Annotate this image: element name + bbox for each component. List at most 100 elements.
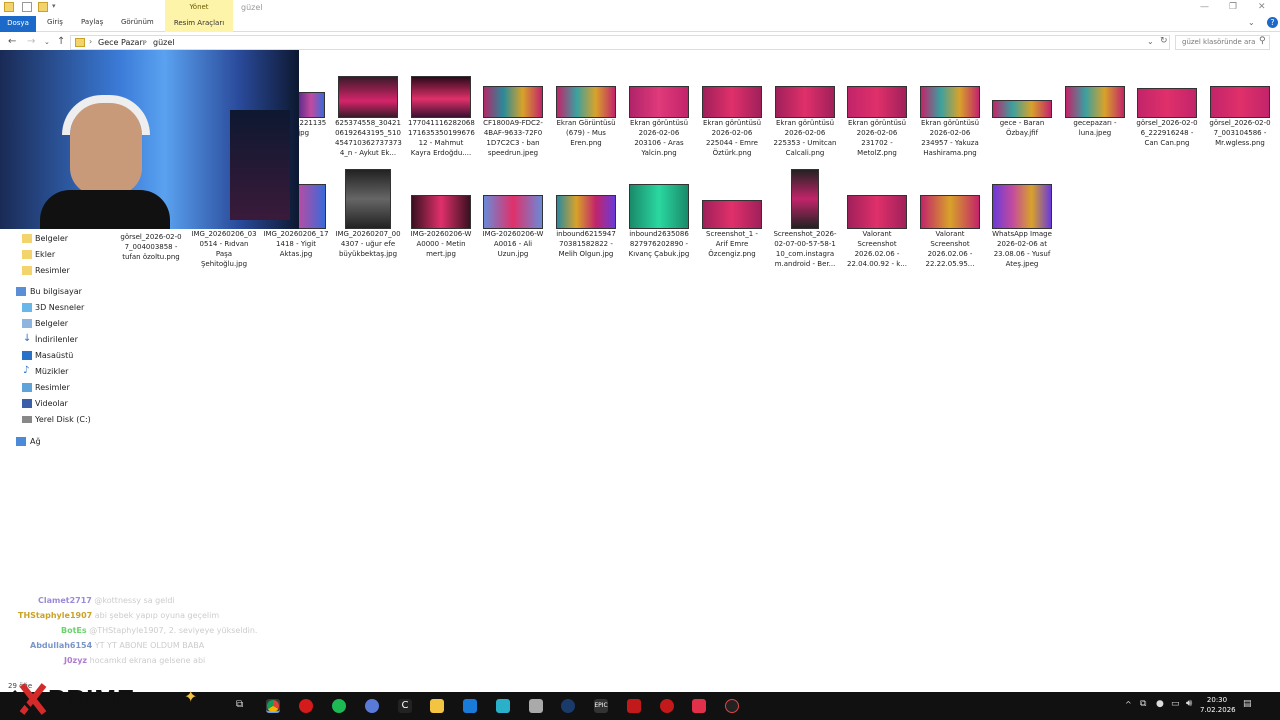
new-folder-icon[interactable]: [38, 2, 48, 12]
chrome-icon[interactable]: [266, 699, 280, 713]
file-item[interactable]: WhatsApp Image 2026-02-06 at 23.08.06 - …: [989, 184, 1055, 269]
image-thumbnail: [345, 169, 391, 229]
sidebar-item-ekler[interactable]: Ekler: [22, 250, 55, 259]
file-explorer-icon[interactable]: [430, 699, 444, 713]
file-item[interactable]: IMG-20260206-W A0016 - Ali Uzun.jpg: [480, 195, 546, 259]
sidebar-item-muzikler[interactable]: ♪ Müzikler: [22, 365, 68, 376]
file-item[interactable]: inbound2635086 827976202890 - Kıvanç Çab…: [626, 184, 692, 259]
tab-share[interactable]: Paylaş: [81, 18, 103, 26]
sidebar-item-bu-bilgisayar[interactable]: Bu bilgisayar: [16, 287, 82, 296]
sidebar-item-indirilenler[interactable]: ↓ İndirilenler: [22, 333, 78, 344]
calculator-icon[interactable]: [529, 699, 543, 713]
obs-icon[interactable]: [725, 699, 739, 713]
back-arrow-icon[interactable]: ←: [8, 36, 16, 47]
forward-arrow-icon[interactable]: →: [27, 36, 35, 47]
file-item[interactable]: inbound6215947 70381582822 - Melih Olgun…: [553, 195, 619, 259]
mail-icon[interactable]: [463, 699, 477, 713]
tray-chevron-icon[interactable]: ^: [1125, 700, 1132, 709]
up-arrow-icon[interactable]: ↑: [57, 36, 65, 47]
image-thumbnail: [411, 195, 471, 229]
network-tray-icon[interactable]: ▭: [1171, 699, 1180, 709]
file-item[interactable]: Ekran Görüntüsü (679) - Mus Eren.png: [553, 86, 619, 148]
file-item[interactable]: _221135 .jpg: [296, 92, 326, 138]
sidebar-item-videolar[interactable]: Videolar: [22, 399, 68, 408]
streamer-body: [40, 190, 170, 229]
sidebar-item-masaustu[interactable]: Masaüstü: [22, 351, 73, 360]
image-thumbnail: [992, 184, 1052, 229]
image-thumbnail: [556, 86, 616, 118]
breadcrumb-guzel[interactable]: güzel: [153, 38, 175, 47]
address-bar[interactable]: › Gece Pazarı › güzel ⌄ ↻: [70, 35, 1170, 50]
opera-gx-icon[interactable]: [660, 699, 674, 713]
file-item[interactable]: Screenshot_1 - Arif Emre Özcengiz.png: [699, 200, 765, 259]
image-thumbnail: [483, 86, 543, 118]
file-item[interactable]: görsel_2026-02-0 7_003104586 - Mr.wgless…: [1207, 86, 1273, 148]
image-thumbnail: [775, 86, 835, 118]
help-icon[interactable]: ?: [1267, 17, 1278, 28]
image-thumbnail: [1210, 86, 1270, 118]
breadcrumb-gece-pazari[interactable]: Gece Pazarı: [98, 38, 145, 47]
game-icon[interactable]: [496, 699, 510, 713]
volume-icon[interactable]: 🔊︎: [1186, 698, 1192, 709]
epic-games-icon[interactable]: EPIC: [594, 699, 608, 713]
file-item[interactable]: IMG_20260207_00 4307 - uğur efe büyükbek…: [335, 169, 401, 259]
sidebar-item-belgeler-pc[interactable]: Belgeler: [22, 319, 68, 328]
app-icon[interactable]: [627, 699, 641, 713]
ribbon-expand-icon[interactable]: ⌄: [1248, 18, 1255, 27]
tab-picture-tools[interactable]: Resim Araçları: [165, 16, 233, 32]
file-item[interactable]: Ekran görüntüsü 2026-02-06 203106 - Aras…: [626, 86, 692, 158]
image-thumbnail: [847, 86, 907, 118]
file-item[interactable]: IMG-20260206-W A0000 - Metin mert.jpg: [408, 195, 474, 259]
recent-dropdown-icon[interactable]: ⌄: [44, 38, 50, 46]
close-button[interactable]: ✕: [1258, 2, 1266, 12]
app-icon[interactable]: [365, 699, 379, 713]
tab-view[interactable]: Görünüm: [121, 18, 154, 26]
sidebar-item-ag[interactable]: Ağ: [16, 437, 41, 446]
file-item[interactable]: Screenshot_2026- 02-07-00-57-58-1 10_com…: [772, 169, 838, 269]
file-item[interactable]: 625374558_30421 06192643195_510 45471036…: [335, 76, 402, 158]
music-icon: ♪: [23, 365, 30, 376]
valorant-icon[interactable]: [692, 699, 706, 713]
clock[interactable]: 20:30 7.02.2026: [1200, 695, 1236, 715]
maximize-button[interactable]: ❐: [1229, 2, 1237, 12]
sidebar-item-belgeler[interactable]: Belgeler: [22, 234, 68, 243]
manage-tab-header[interactable]: Yönet: [165, 0, 233, 16]
tab-home[interactable]: Giriş: [47, 18, 63, 26]
file-item[interactable]: CF1800A9-FDC2- 4BAF-9633-72F0 1D7C2C3 - …: [480, 86, 546, 158]
file-item[interactable]: Valorant Screenshot 2026.02.06 - 22.22.0…: [917, 195, 983, 269]
search-input[interactable]: güzel klasöründe ara: [1175, 35, 1270, 50]
opera-icon[interactable]: [299, 699, 313, 713]
file-item[interactable]: Valorant Screenshot 2026.02.06 - 22.04.0…: [844, 195, 910, 269]
file-item[interactable]: Ekran görüntüsü 2026-02-06 234957 - Yaku…: [917, 86, 983, 158]
file-item[interactable]: Ekran görüntüsü 2026-02-06 225353 - Umit…: [772, 86, 838, 158]
file-item[interactable]: 177041116282068 171635350199676 12 - Mah…: [408, 76, 475, 158]
capcut-icon[interactable]: C: [398, 699, 412, 713]
folder-icon[interactable]: [4, 2, 14, 12]
minimize-button[interactable]: —: [1200, 2, 1209, 12]
task-view-icon[interactable]: ⧉: [236, 699, 243, 710]
spotify-icon[interactable]: [332, 699, 346, 713]
file-item[interactable]: görsel_2026-02-0 6_222916248 - Can Can.p…: [1134, 88, 1200, 148]
file-item[interactable]: gece - Baran Özbay.jfif: [989, 100, 1055, 138]
sidebar-item-yerel-disk[interactable]: Yerel Disk (C:): [22, 415, 91, 424]
address-dropdown-icon[interactable]: ⌄: [1147, 37, 1154, 46]
sidebar-item-3d-nesneler[interactable]: 3D Nesneler: [22, 303, 84, 312]
quick-access-dropdown-icon[interactable]: ▾: [52, 2, 56, 10]
file-item[interactable]: gecepazarı - luna.jpeg: [1062, 86, 1128, 138]
file-item[interactable]: Ekran görüntüsü 2026-02-06 225044 - Emre…: [699, 86, 765, 158]
tab-file[interactable]: Dosya: [0, 16, 36, 32]
sidebar-item-resimler-pc[interactable]: Resimler: [22, 383, 70, 392]
steam-icon[interactable]: [561, 699, 575, 713]
pictures-icon: [22, 383, 32, 392]
microphone-icon[interactable]: ●: [1156, 699, 1164, 709]
file-item[interactable]: görsel_2026-02-0 7_004003858 - tufan özo…: [118, 232, 184, 262]
notifications-icon[interactable]: ▤: [1243, 699, 1252, 709]
tray-app-icon[interactable]: ⧉: [1140, 699, 1146, 709]
image-thumbnail: [702, 86, 762, 118]
properties-icon[interactable]: [22, 2, 32, 12]
sidebar-item-resimler[interactable]: Resimler: [22, 266, 70, 275]
refresh-icon[interactable]: ↻: [1160, 36, 1168, 46]
webcam-overlay: [0, 50, 299, 229]
file-item[interactable]: Ekran görüntüsü 2026-02-06 231702 - Meto…: [844, 86, 910, 158]
image-thumbnail: [297, 92, 325, 118]
